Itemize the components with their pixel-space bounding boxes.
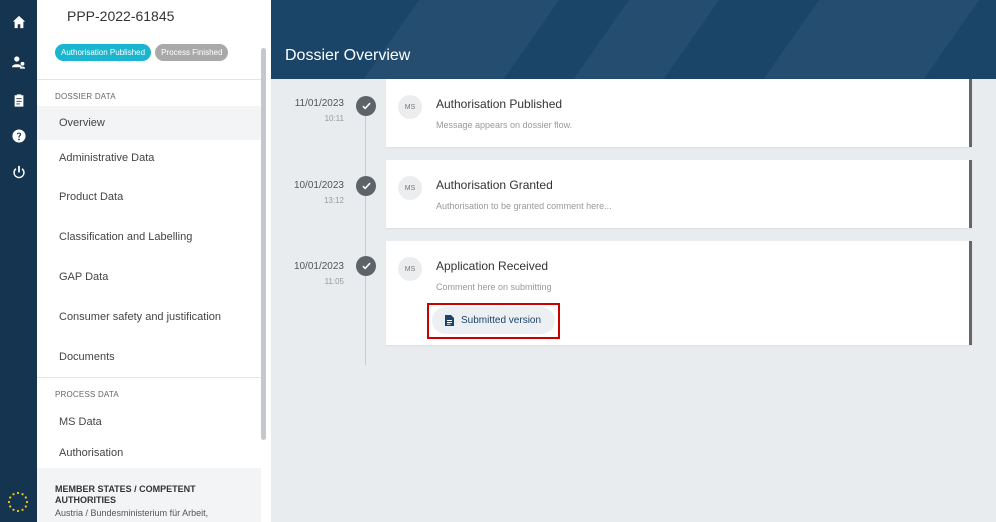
dossier-sidebar: PPP-2022-61845 Authorisation Published P…	[37, 0, 271, 522]
check-icon	[356, 256, 376, 276]
sidebar-item-product-data[interactable]: Product Data	[37, 180, 261, 214]
banner-stripe	[734, 0, 996, 79]
sidebar-scrollbar[interactable]	[261, 48, 266, 440]
timeline-time: 11:05	[324, 277, 344, 286]
timeline-card: MS Authorisation Granted Authorisation t…	[386, 160, 972, 228]
timeline-time: 13:12	[323, 196, 344, 205]
member-state-separator: /	[83, 508, 91, 518]
submitted-version-button[interactable]: Submitted version	[432, 307, 555, 334]
power-icon[interactable]	[0, 160, 37, 184]
header-banner: Dossier Overview	[271, 0, 996, 79]
status-badges: Authorisation Published Process Finished	[55, 44, 229, 61]
sidebar-item-documents[interactable]: Documents	[37, 340, 261, 374]
avatar: MS	[398, 95, 422, 119]
submitted-version-label: Submitted version	[461, 315, 542, 326]
clipboard-icon[interactable]	[0, 88, 37, 112]
timeline-card: MS Application Received Comment here on …	[386, 241, 972, 345]
status-badge-published: Authorisation Published	[55, 44, 152, 61]
timeline-card: MS Authorisation Published Message appea…	[386, 79, 972, 147]
divider	[37, 377, 261, 378]
divider	[37, 79, 261, 80]
page-title: Dossier Overview	[285, 47, 411, 64]
sidebar-item-classification-labelling[interactable]: Classification and Labelling	[37, 220, 261, 254]
sidebar-item-administrative-data[interactable]: Administrative Data	[37, 142, 261, 174]
member-states-panel: MEMBER STATES / COMPETENT AUTHORITIES Au…	[37, 468, 261, 522]
banner-stripe	[544, 0, 748, 79]
timeline-event-message: Message appears on dossier flow.	[436, 120, 573, 130]
member-state-authority: Bundesministerium für Arbeit,	[90, 508, 209, 518]
status-badge-finished: Process Finished	[155, 44, 229, 61]
timeline-date: 11/01/2023	[294, 98, 344, 109]
timeline-time: 10:11	[324, 114, 344, 123]
timeline-event-title: Authorisation Granted	[436, 178, 553, 192]
member-state-entry: Austria / Bundesministerium für Arbeit,	[55, 508, 261, 518]
avatar: MS	[398, 176, 422, 200]
timeline-event-message: Authorisation to be granted comment here…	[436, 201, 612, 211]
sidebar-item-ms-data[interactable]: MS Data	[37, 409, 261, 435]
timeline-date: 10/01/2023	[293, 261, 344, 272]
sidebar-item-gap-data[interactable]: GAP Data	[37, 260, 261, 294]
timeline-event-message: Comment here on submitting	[436, 282, 552, 292]
avatar: MS	[398, 257, 422, 281]
home-icon[interactable]	[0, 10, 37, 34]
member-states-title: MEMBER STATES / COMPETENT AUTHORITIES	[55, 484, 196, 505]
check-icon	[356, 96, 376, 116]
dossier-id: PPP-2022-61845	[67, 8, 175, 24]
check-icon	[356, 176, 376, 196]
sidebar-item-overview[interactable]: Overview	[37, 106, 261, 140]
section-title-process-data: PROCESS DATA	[55, 390, 119, 399]
banner-stripe	[334, 0, 588, 79]
timeline-event-title: Authorisation Published	[436, 97, 563, 111]
timeline-line	[365, 103, 366, 365]
member-state-country: Austria	[55, 508, 84, 518]
users-icon[interactable]	[0, 50, 37, 74]
help-icon[interactable]	[0, 124, 37, 148]
document-icon	[445, 315, 454, 326]
timeline-event-title: Application Received	[436, 259, 549, 273]
icon-rail	[0, 0, 37, 522]
section-title-dossier-data: DOSSIER DATA	[55, 92, 116, 101]
sidebar-item-authorisation[interactable]: Authorisation	[37, 440, 261, 466]
timeline-date: 10/01/2023	[293, 180, 344, 191]
eu-stars-logo	[7, 491, 29, 513]
sidebar-item-consumer-safety[interactable]: Consumer safety and justification	[37, 300, 261, 334]
